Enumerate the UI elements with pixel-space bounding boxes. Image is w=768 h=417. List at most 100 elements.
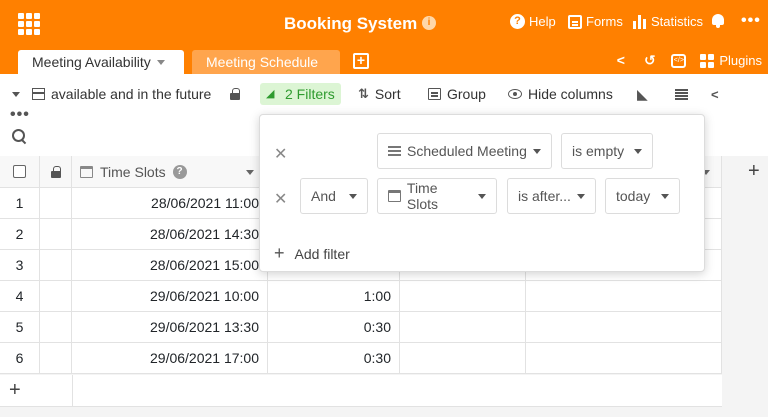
statistics-button[interactable]: Statistics: [633, 14, 703, 29]
statistics-icon: [633, 14, 647, 29]
row-height-button[interactable]: [675, 84, 688, 104]
chevron-down-icon[interactable]: [246, 170, 254, 175]
group-icon: [428, 88, 441, 100]
forms-button[interactable]: Forms: [568, 14, 623, 29]
add-table-button[interactable]: +: [353, 53, 369, 69]
cell[interactable]: [400, 281, 526, 311]
chevron-down-icon[interactable]: [156, 59, 165, 65]
add-row-bar[interactable]: +: [0, 375, 722, 407]
view-name: available and in the future: [51, 86, 212, 102]
table-row[interactable]: 6 29/06/2021 17:00 0:30: [0, 343, 722, 374]
column-divider: [72, 375, 73, 406]
app-grid-icon[interactable]: [18, 13, 40, 35]
add-filter-label: Add filter: [294, 245, 350, 262]
help-label: Help: [529, 14, 556, 29]
filter-2-column-label: Time Slots: [406, 180, 439, 212]
search-icon[interactable]: [12, 129, 27, 144]
chevron-down-icon: [577, 193, 585, 199]
lock-view-button[interactable]: [230, 84, 240, 104]
filter-2-conjunction-select[interactable]: And: [300, 178, 368, 214]
add-column-button[interactable]: +: [748, 160, 760, 183]
text-field-icon: [388, 146, 401, 156]
time-slot-cell[interactable]: 28/06/2021 11:00: [72, 188, 268, 218]
plugins-button[interactable]: Plugins: [700, 53, 762, 68]
cell[interactable]: [526, 312, 722, 342]
history-icon[interactable]: ↺: [642, 53, 657, 68]
time-slot-cell[interactable]: 28/06/2021 15:00: [72, 250, 268, 280]
table-row[interactable]: 5 29/06/2021 13:30 0:30: [0, 312, 722, 343]
app-title: Booking System: [284, 14, 418, 33]
table-row[interactable]: 4 29/06/2021 10:00 1:00: [0, 281, 722, 312]
group-button[interactable]: Group: [428, 84, 486, 104]
remove-filter-2-icon[interactable]: ✕: [274, 189, 287, 209]
row-lock-cell: [40, 250, 72, 280]
row-lock-cell: [40, 343, 72, 373]
cell[interactable]: [526, 281, 722, 311]
cell[interactable]: [526, 343, 722, 373]
notifications-button[interactable]: [711, 14, 725, 28]
eye-icon: [508, 89, 522, 99]
chevron-down-icon: [478, 193, 486, 199]
lock-icon: [50, 165, 61, 178]
cell[interactable]: [400, 343, 526, 373]
time-slot-cell[interactable]: 28/06/2021 14:30: [72, 219, 268, 249]
row-index: 3: [0, 250, 40, 280]
filter-2-column-select[interactable]: Time Slots: [377, 178, 497, 214]
column-title: Time Slots ?: [80, 164, 187, 180]
remove-filter-1-icon[interactable]: ✕: [274, 144, 287, 164]
info-icon[interactable]: i: [422, 16, 436, 30]
sort-label: Sort: [374, 86, 401, 102]
tab-label: Meeting Schedule: [206, 54, 319, 70]
filter-1-operator-select[interactable]: is empty: [561, 133, 653, 169]
column-title-label: Time Slots: [100, 164, 166, 180]
row-height-icon: [675, 88, 688, 100]
tab-meeting-schedule[interactable]: Meeting Schedule: [192, 50, 340, 74]
more-options-icon[interactable]: •••: [10, 106, 30, 124]
plugins-label: Plugins: [719, 53, 762, 68]
share-view-button[interactable]: <: [711, 84, 719, 104]
row-lock-cell: [40, 188, 72, 218]
more-menu-button[interactable]: •••: [741, 12, 761, 30]
help-button[interactable]: ? Help: [510, 14, 556, 29]
row-color-button[interactable]: ◣: [637, 84, 651, 104]
sort-button[interactable]: ⇅ Sort: [358, 84, 401, 104]
top-header: Booking System i ? Help Forms Statistics…: [0, 0, 768, 74]
paint-bucket-icon: ◣: [637, 86, 648, 102]
help-icon: ?: [510, 14, 525, 29]
row-lock-cell: [40, 281, 72, 311]
view-selector[interactable]: available and in the future: [12, 84, 211, 104]
plus-icon: +: [274, 243, 285, 263]
filter-popover: ✕ Scheduled Meeting is empty ✕ And Time …: [259, 114, 705, 272]
chevron-down-icon: [533, 148, 541, 154]
duration-cell[interactable]: 0:30: [268, 343, 400, 373]
select-all-cell: [0, 156, 40, 187]
select-all-checkbox[interactable]: [13, 165, 26, 178]
filter-2-value-select[interactable]: today: [605, 178, 680, 214]
filters-button[interactable]: ◢ 2 Filters: [260, 83, 341, 105]
hide-columns-label: Hide columns: [528, 86, 613, 102]
code-icon[interactable]: </>: [671, 53, 687, 68]
right-tools: < ↺ </> Plugins: [613, 53, 762, 69]
time-slot-cell[interactable]: 29/06/2021 10:00: [72, 281, 268, 311]
tab-meeting-availability[interactable]: Meeting Availability: [18, 50, 184, 74]
duration-cell[interactable]: 1:00: [268, 281, 400, 311]
header-lock-cell: [40, 156, 72, 187]
filter-2-operator-select[interactable]: is after...: [507, 178, 596, 214]
calendar-icon: [388, 190, 401, 202]
add-filter-button[interactable]: + Add filter: [274, 243, 350, 264]
time-slot-cell[interactable]: 29/06/2021 17:00: [72, 343, 268, 373]
filter-1-column-select[interactable]: Scheduled Meeting: [377, 133, 552, 169]
share-icon[interactable]: <: [613, 53, 628, 68]
chevron-down-icon: [349, 193, 357, 199]
help-icon[interactable]: ?: [172, 165, 187, 179]
cell[interactable]: [400, 312, 526, 342]
add-row-button[interactable]: +: [9, 379, 21, 402]
forms-label: Forms: [586, 14, 623, 29]
hide-columns-button[interactable]: Hide columns: [508, 84, 613, 104]
duration-cell[interactable]: 0:30: [268, 312, 400, 342]
row-index: 5: [0, 312, 40, 342]
filter-2-conjunction-label: And: [311, 188, 336, 204]
row-lock-cell: [40, 312, 72, 342]
time-slot-cell[interactable]: 29/06/2021 13:30: [72, 312, 268, 342]
view-toolbar: available and in the future ◢ 2 Filters …: [0, 74, 768, 114]
